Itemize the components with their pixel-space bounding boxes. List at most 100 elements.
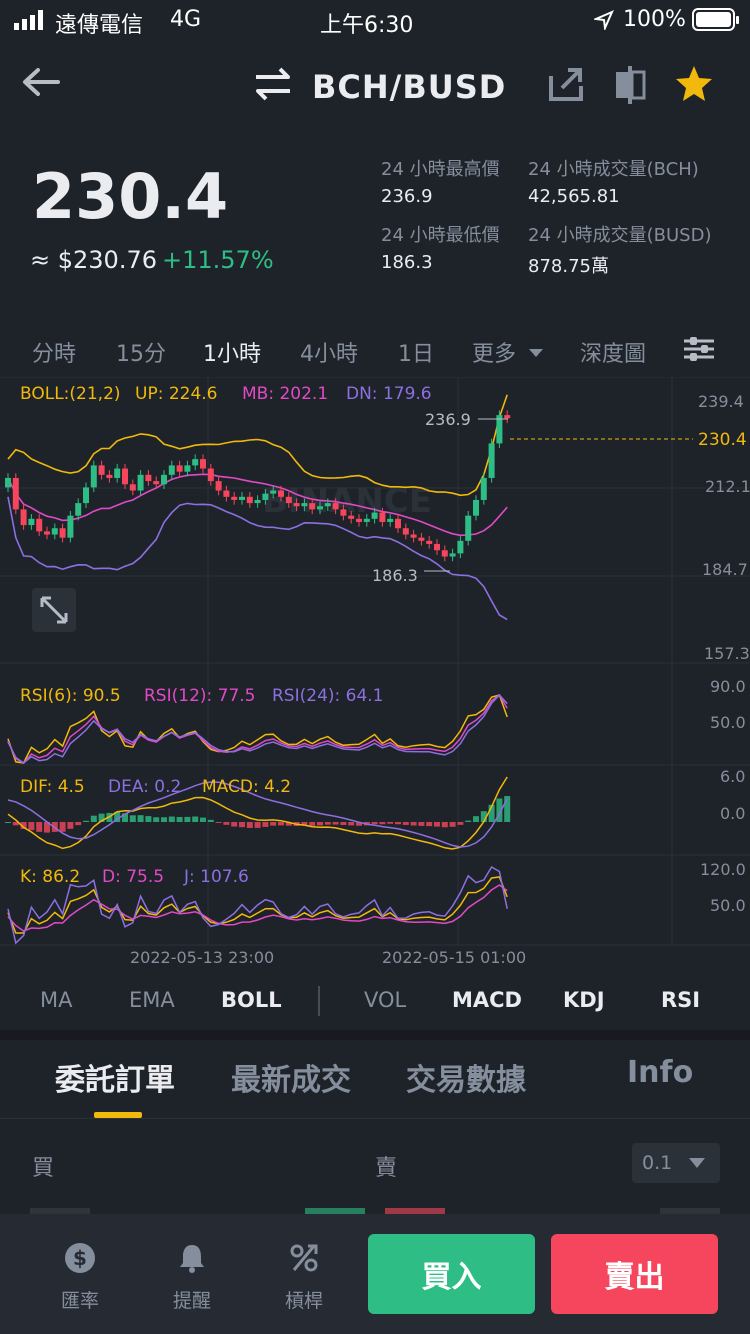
candle: [270, 490, 277, 494]
x-tick: 2022-05-13 23:00: [130, 948, 275, 967]
macd-histogram-bar: [153, 817, 160, 822]
candle: [5, 477, 11, 488]
macd-histogram-bar: [473, 816, 479, 822]
candle: [51, 528, 58, 535]
exchange-rate-icon[interactable]: $: [64, 1242, 96, 1278]
orderbook-row-partial: [0, 1205, 750, 1214]
candle: [418, 537, 425, 541]
tab-indicator-ema[interactable]: EMA: [129, 988, 175, 1012]
macd-histogram-bar: [145, 816, 152, 822]
boll-up: UP: 224.6: [135, 384, 218, 404]
fullscreen-expand-icon[interactable]: [32, 588, 76, 632]
tab-indicator-ma[interactable]: MA: [40, 988, 72, 1012]
candle: [356, 518, 362, 522]
candle: [363, 518, 370, 522]
trading-pair-title[interactable]: BCH/BUSD: [312, 68, 506, 106]
macd-histogram-bar: [239, 822, 245, 828]
macd-histogram-bar: [67, 822, 74, 829]
svg-text:$: $: [73, 1246, 87, 1270]
buy-column-label: 買: [32, 1156, 55, 1181]
candle: [340, 509, 347, 516]
macd-histogram-bar: [28, 822, 35, 831]
battery-percent: 100%: [623, 7, 686, 32]
candle: [184, 465, 191, 472]
macd-histogram-bar: [200, 817, 206, 822]
candle: [20, 509, 27, 526]
tab-indicator-kdj[interactable]: KDJ: [563, 988, 605, 1012]
macd-histogram-bar: [137, 815, 144, 822]
macd-histogram-bar: [395, 822, 401, 825]
macd-histogram-bar: [192, 816, 199, 822]
vol-base-value: 42,565.81: [528, 186, 620, 207]
y-tick: 157.3: [704, 644, 750, 663]
macd-histogram-bar: [83, 820, 89, 822]
candle: [231, 496, 238, 500]
macd-histogram-bar: [184, 816, 191, 822]
nav-leverage[interactable]: 槓桿: [264, 1286, 344, 1313]
d-label: D: 75.5: [102, 867, 165, 887]
share-icon[interactable]: [548, 66, 584, 106]
network-type: 4G: [170, 7, 202, 32]
macd-histogram-bar: [441, 822, 448, 828]
nav-exchange-rate[interactable]: 匯率: [40, 1286, 120, 1313]
favorite-star-icon[interactable]: [674, 64, 714, 108]
nav-alert[interactable]: 提醒: [152, 1286, 232, 1313]
candle: [293, 503, 300, 507]
leverage-percent-icon[interactable]: [288, 1242, 320, 1278]
vol-quote-label: 24 小時成交量(BUSD): [528, 225, 712, 246]
kdj-tick: 50.0: [710, 896, 746, 915]
tab-timeframe-4h[interactable]: 4小時: [300, 336, 358, 368]
tab-indicator-rsi[interactable]: RSI: [661, 988, 700, 1012]
candle: [395, 518, 401, 529]
macd-histogram-bar: [317, 822, 323, 826]
candle: [285, 496, 292, 504]
tab-recent-trades[interactable]: 最新成交: [231, 1055, 351, 1099]
tab-timeframe-1h[interactable]: 1小時: [203, 336, 261, 368]
macd-tick: 6.0: [720, 767, 746, 786]
candle: [67, 515, 74, 538]
buy-button[interactable]: 買入: [368, 1234, 535, 1314]
macd-histogram-bar: [457, 822, 464, 825]
candle: [387, 518, 394, 522]
macd-histogram-bar: [410, 822, 417, 826]
tab-timeframe-1d[interactable]: 1日: [398, 336, 434, 368]
divider: [318, 986, 320, 1016]
candle: [176, 465, 183, 472]
candle: [98, 465, 105, 475]
tab-indicator-macd[interactable]: MACD: [452, 988, 522, 1012]
macd-histogram-bar: [207, 819, 214, 822]
sell-button[interactable]: 賣出: [551, 1234, 718, 1314]
depth-precision-select[interactable]: 0.1: [632, 1143, 720, 1183]
compare-layout-icon[interactable]: [612, 64, 648, 108]
candle: [75, 503, 82, 516]
kdj-tick: 120.0: [700, 860, 746, 879]
tab-indicator-boll[interactable]: BOLL: [221, 988, 282, 1012]
chart-settings-icon[interactable]: [682, 334, 716, 368]
high-marker-label: 236.9: [425, 410, 471, 429]
macd-histogram-bar: [262, 822, 269, 827]
candle: [153, 481, 160, 485]
back-arrow-icon[interactable]: [20, 66, 60, 102]
rsi12-label: RSI(12): 77.5: [144, 686, 256, 706]
tab-trading-data[interactable]: 交易數據: [406, 1055, 526, 1099]
d-line: [7, 884, 508, 932]
tab-indicator-vol[interactable]: VOL: [364, 988, 406, 1012]
candle: [488, 443, 495, 478]
tab-timeframe-15m[interactable]: 15分: [116, 336, 166, 368]
tab-timeframe-line[interactable]: 分時: [32, 336, 76, 368]
tab-depth-chart[interactable]: 深度圖: [580, 336, 646, 368]
tab-info[interactable]: Info: [627, 1055, 693, 1090]
tab-timeframe-more[interactable]: 更多: [472, 336, 516, 368]
rsi24-label: RSI(24): 64.1: [272, 686, 384, 706]
candle: [122, 468, 128, 485]
candle: [262, 493, 269, 500]
tab-order-book[interactable]: 委託訂單: [55, 1055, 175, 1099]
sell-column-label: 賣: [375, 1156, 398, 1181]
macd-histogram-bar: [90, 815, 97, 822]
bell-icon[interactable]: [176, 1242, 208, 1278]
candle: [90, 465, 97, 488]
rsi6-label: RSI(6): 90.5: [20, 686, 121, 706]
swap-icon[interactable]: [252, 66, 294, 106]
location-arrow-icon: [592, 10, 614, 36]
y-tick: 239.4: [698, 392, 744, 411]
